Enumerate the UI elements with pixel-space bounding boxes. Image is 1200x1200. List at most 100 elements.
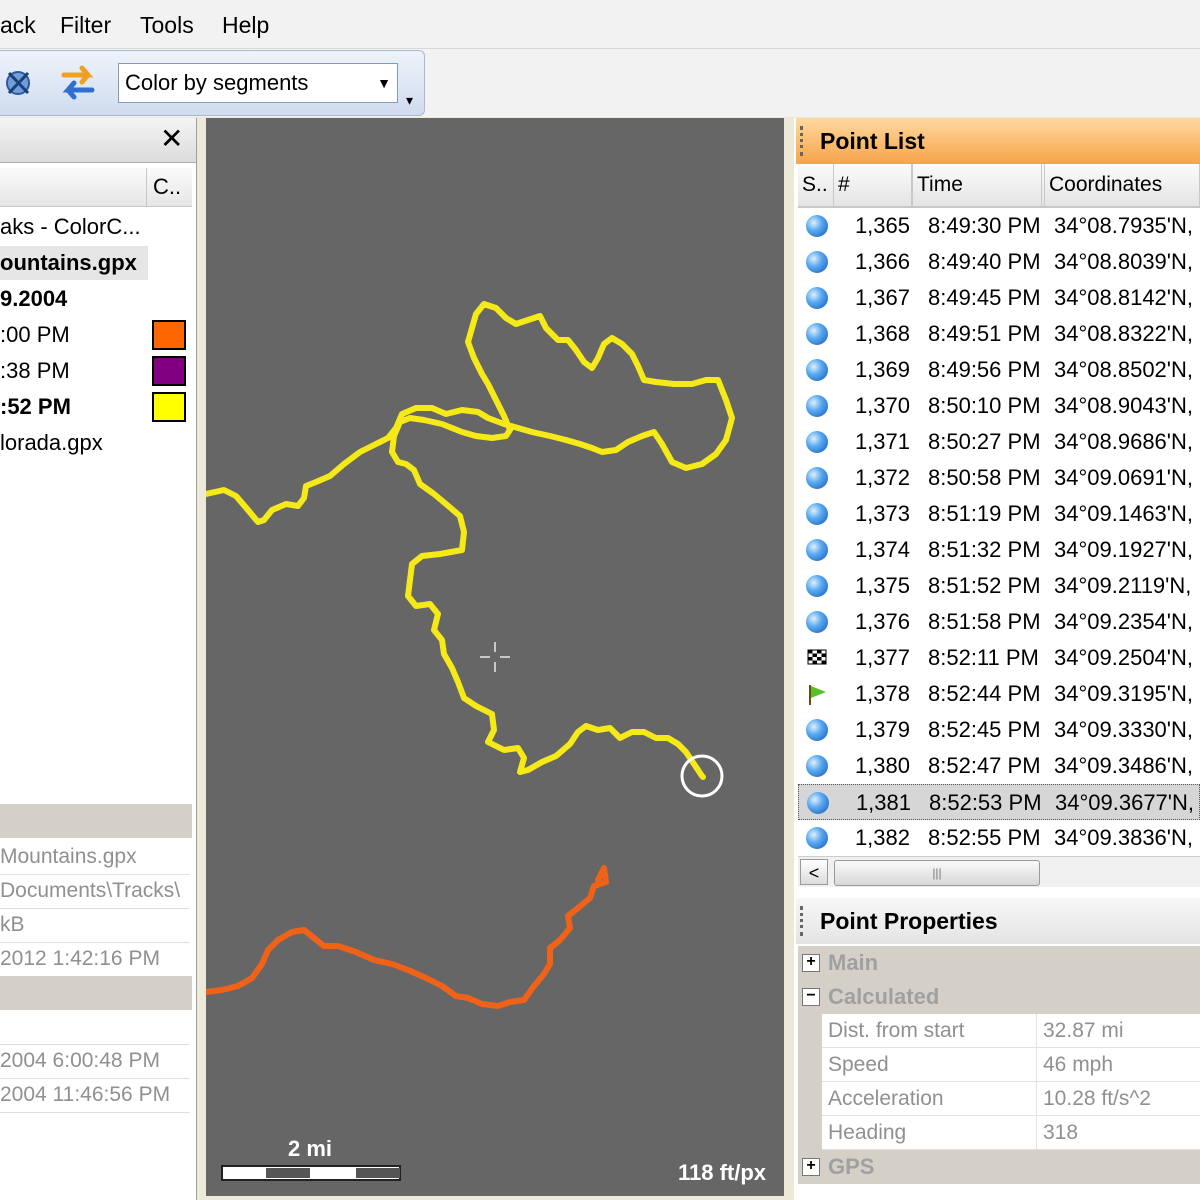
table-row[interactable]: 1,367 8:49:45 PM 34°08.8142'N, (798, 280, 1200, 316)
clear-filter-icon[interactable] (4, 65, 34, 99)
column-header-time[interactable]: Time (912, 164, 1042, 206)
close-icon[interactable]: ✕ (160, 122, 183, 155)
point-coordinates: 34°09.3330'N, (1054, 717, 1193, 742)
point-number: 1,365 (854, 213, 910, 238)
segment-color-swatch[interactable] (152, 320, 186, 350)
collapse-icon[interactable]: − (802, 988, 820, 1006)
menu-filter[interactable]: Filter (60, 12, 111, 39)
point-number: 1,366 (854, 249, 910, 274)
info-start-time: 2004 6:00:48 PM (0, 1044, 190, 1079)
table-row[interactable]: 1,381 8:52:53 PM 34°09.3677'N, (798, 784, 1200, 820)
table-row[interactable]: 1,379 8:52:45 PM 34°09.3330'N, (798, 712, 1200, 748)
point-number: 1,372 (854, 465, 910, 490)
tree-item-label: lorada.gpx (0, 430, 103, 455)
point-marker-icon (806, 431, 828, 453)
category-calculated[interactable]: − Calculated (798, 980, 1200, 1014)
category-main[interactable]: + Main (798, 946, 1200, 980)
tree-item[interactable]: lorada.gpx (0, 426, 190, 460)
point-number: 1,374 (854, 537, 910, 562)
segment-color-swatch[interactable] (152, 356, 186, 386)
property-row[interactable]: Acceleration 10.28 ft/s^2 (798, 1082, 1200, 1116)
menu-track[interactable]: ack (0, 12, 36, 39)
point-marker-icon (806, 395, 828, 417)
horizontal-scrollbar[interactable]: < ||| (798, 856, 1200, 887)
point-time: 8:52:44 PM (928, 681, 1041, 706)
column-header-status[interactable]: S.. (798, 164, 834, 206)
category-gps[interactable]: + GPS (798, 1150, 1200, 1184)
table-row[interactable]: 1,382 8:52:55 PM 34°09.3836'N, (798, 820, 1200, 856)
tree-item[interactable]: 9.2004 (0, 282, 190, 316)
property-row[interactable]: Speed 46 mph (798, 1048, 1200, 1082)
green-flag-icon (809, 685, 826, 705)
point-list-column-header: S.. # Time Coordinates (798, 164, 1200, 208)
scale-label: 2 mi (288, 1136, 333, 1161)
color-mode-select[interactable]: Color by segments ▼ (118, 63, 398, 103)
table-row[interactable]: 1,380 8:52:47 PM 34°09.3486'N, (798, 748, 1200, 784)
point-number: 1,375 (854, 573, 910, 598)
table-row[interactable]: 1,370 8:50:10 PM 34°08.9043'N, (798, 388, 1200, 424)
orange-track-segment[interactable] (206, 865, 609, 1009)
table-row[interactable]: 1,372 8:50:58 PM 34°09.0691'N, (798, 460, 1200, 496)
swap-arrows-icon[interactable] (58, 63, 98, 101)
map-resolution: 118 ft/px (678, 1160, 767, 1185)
property-gutter (798, 1116, 822, 1150)
table-row[interactable]: 1,369 8:49:56 PM 34°08.8502'N, (798, 352, 1200, 388)
expand-icon[interactable]: + (802, 1158, 820, 1176)
segment-color-swatch[interactable] (152, 392, 186, 422)
map-view[interactable]: 2 mi 118 ft/px (206, 118, 784, 1196)
property-row[interactable]: Dist. from start 32.87 mi (798, 1014, 1200, 1048)
point-number: 1,378 (854, 681, 910, 706)
table-row[interactable]: 1,374 8:51:32 PM 34°09.1927'N, (798, 532, 1200, 568)
point-coordinates: 34°09.3836'N, (1054, 825, 1193, 850)
table-row[interactable]: 1,366 8:49:40 PM 34°08.8039'N, (798, 244, 1200, 280)
table-row[interactable]: 1,378 8:52:44 PM 34°09.3195'N, (798, 676, 1200, 712)
point-number: 1,376 (854, 609, 910, 634)
point-marker-icon (806, 755, 828, 777)
column-header-number[interactable]: # (834, 164, 912, 206)
menu-tools[interactable]: Tools (140, 12, 194, 39)
tree-column-header[interactable]: C.. (0, 168, 192, 207)
point-marker-icon (806, 359, 828, 381)
file-info-panel: Mountains.gpx Documents\Tracks\ kB 2012 … (0, 804, 192, 1200)
table-row[interactable]: 1,376 8:51:58 PM 34°09.2354'N, (798, 604, 1200, 640)
table-row[interactable]: 1,377 8:52:11 PM 34°09.2504'N, (798, 640, 1200, 676)
point-coordinates: 34°08.8039'N, (1054, 249, 1193, 274)
point-marker-icon (806, 251, 828, 273)
table-row[interactable]: 1,375 8:51:52 PM 34°09.2119'N, (798, 568, 1200, 604)
scrollbar-thumb[interactable]: ||| (834, 860, 1040, 886)
point-coordinates: 34°09.2504'N, (1054, 645, 1193, 670)
table-row[interactable]: 1,373 8:51:19 PM 34°09.1463'N, (798, 496, 1200, 532)
info-file-size: kB (0, 908, 190, 943)
chevron-down-icon[interactable]: ▼ (371, 64, 397, 102)
point-time: 8:52:53 PM (929, 790, 1042, 815)
drag-grip-icon[interactable] (800, 906, 807, 936)
table-row[interactable]: 1,371 8:50:27 PM 34°08.9686'N, (798, 424, 1200, 460)
toolbar-overflow-icon[interactable]: ▾ (406, 92, 413, 109)
drag-grip-icon[interactable] (800, 126, 807, 156)
color-column-header[interactable]: C.. (146, 168, 192, 206)
property-value: 10.28 ft/s^2 (1036, 1082, 1151, 1116)
map-canvas[interactable] (206, 118, 784, 1196)
property-row[interactable]: Heading 318 (798, 1116, 1200, 1150)
point-marker-icon (806, 467, 828, 489)
expand-icon[interactable]: + (802, 954, 820, 972)
yellow-track-segment[interactable] (206, 301, 735, 779)
scroll-left-icon[interactable]: < (800, 859, 828, 885)
point-time: 8:52:47 PM (928, 753, 1041, 778)
menu-help[interactable]: Help (222, 12, 269, 39)
point-number: 1,381 (855, 790, 911, 815)
point-coordinates: 34°08.9686'N, (1054, 429, 1193, 454)
table-row[interactable]: 1,368 8:49:51 PM 34°08.8322'N, (798, 316, 1200, 352)
info-file-name: Mountains.gpx (0, 840, 190, 875)
point-properties-title: Point Properties (820, 908, 998, 934)
checkered-flag-icon (807, 649, 827, 665)
point-list-title: Point List (820, 128, 925, 154)
table-row[interactable]: 1,365 8:49:30 PM 34°08.7935'N, (798, 208, 1200, 244)
column-header-coordinates[interactable]: Coordinates (1044, 164, 1200, 206)
tree-item-label: ountains.gpx (0, 250, 137, 275)
tree-item[interactable]: ountains.gpx (0, 246, 148, 280)
tree-item[interactable]: aks - ColorC... (0, 210, 190, 244)
current-position-dot (700, 774, 706, 780)
point-coordinates: 34°09.2119'N, (1054, 573, 1192, 598)
point-marker-icon (806, 287, 828, 309)
